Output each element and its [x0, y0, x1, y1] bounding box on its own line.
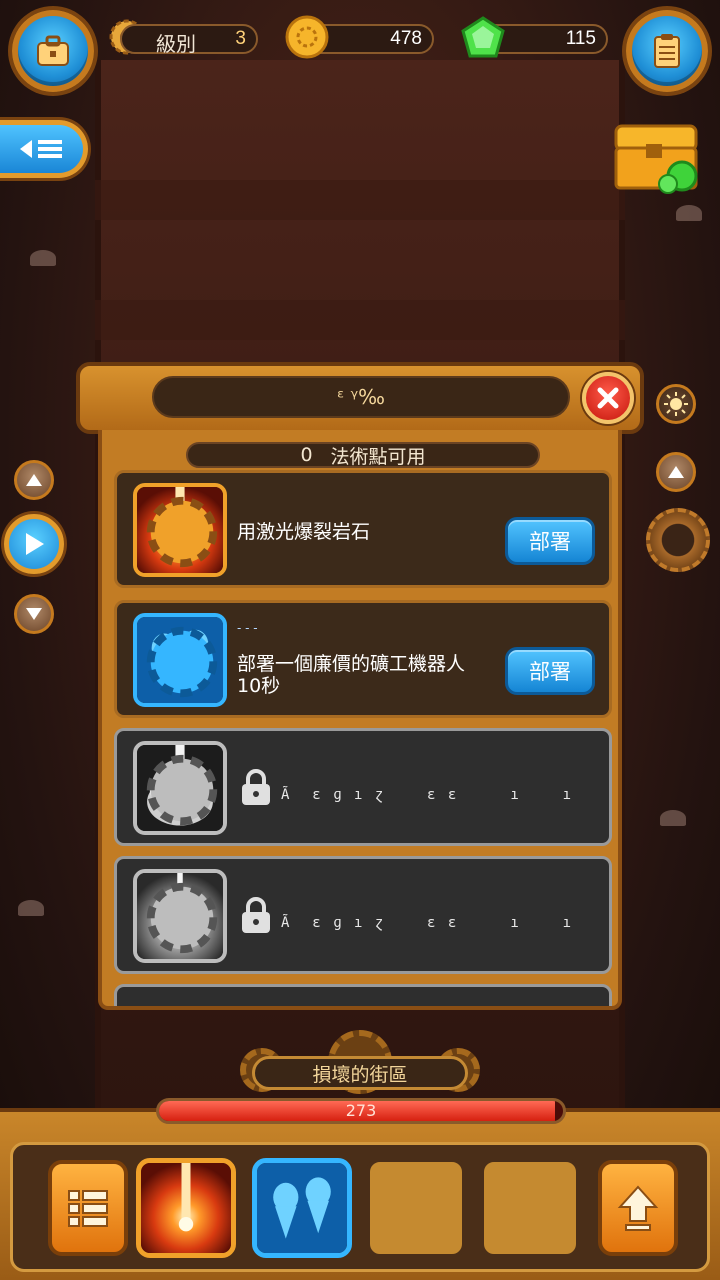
gear-badge-icon [146, 882, 218, 954]
gem-count: 115 [565, 28, 596, 49]
empty-skill-slot[interactable] [480, 1158, 580, 1258]
play-icon [26, 533, 44, 555]
spell-card-locked: Ã ε ɡ ı ɀ ɛ ɛ ı ı ɾ [114, 856, 612, 974]
level-label: 級別 [156, 32, 196, 56]
lock-icon [242, 769, 270, 805]
upload-arrow-icon [617, 1185, 659, 1231]
menu-list-button[interactable] [48, 1160, 128, 1256]
laser-spell-icon [133, 483, 227, 577]
quests-button[interactable] [626, 10, 708, 92]
spell-card-locked: Ã ε ɡ ı ɀ ɛ ɛ ı ı S [114, 728, 612, 846]
mushroom-decor [18, 900, 44, 916]
sun-icon [664, 392, 688, 416]
robot-spell-icon [133, 613, 227, 707]
list-icon [68, 1190, 108, 1227]
close-icon [597, 387, 619, 409]
inventory-button[interactable] [12, 10, 94, 92]
arrow-up-icon [26, 474, 42, 486]
mine-beam [95, 300, 625, 340]
spell-points-count: 0 [300, 444, 313, 466]
mushroom-decor [676, 205, 702, 221]
spell-subtitle: - - - [237, 621, 258, 635]
crystal-spell-icon [133, 869, 227, 963]
locked-requirement-text: Ã ε ɡ ı ɀ ɛ ɛ ı ı ɾ [281, 915, 622, 931]
block-hp-bar: 273 [156, 1098, 566, 1124]
spell-card-laser: 用激光爆裂岩石 部署 [114, 470, 612, 588]
close-button[interactable] [582, 372, 634, 424]
gear-badge-icon [146, 754, 218, 826]
spell-panel-body: 0 法術點可用 用激光爆裂岩石 部署 - - - 部署一個廉價的礦工機器人 10… [98, 430, 622, 1010]
lock-icon [242, 897, 270, 933]
brightness-button[interactable] [656, 384, 696, 424]
upgrade-button[interactable] [598, 1160, 678, 1256]
coin-icon [285, 15, 329, 59]
scroll-up-button[interactable] [14, 460, 54, 500]
mine-beam [95, 180, 625, 220]
spell-duration: 10秒 [237, 675, 281, 697]
spell-panel-header: ᵋ ᵞ‰ [76, 362, 644, 434]
right-scroll-up-button[interactable] [656, 452, 696, 492]
mushroom-decor [30, 250, 56, 266]
empty-skill-slot[interactable] [366, 1158, 466, 1258]
skill-slot-robot[interactable] [252, 1158, 352, 1258]
back-menu-button[interactable] [0, 120, 88, 178]
locked-requirement-text: Ã ε ɡ ı ɀ ɛ ɛ ı ı S [281, 787, 622, 803]
clipboard-icon [654, 34, 680, 68]
panel-title: ᵋ ᵞ‰ [152, 376, 570, 418]
spell-description: 用激光爆裂岩石 [237, 521, 371, 543]
spell-card-robot: - - - 部署一個廉價的礦工機器人 10秒 部署 [114, 600, 612, 718]
play-button[interactable] [4, 514, 64, 574]
zone-name: 損壞的街區 [252, 1056, 468, 1090]
coin-count: 478 [390, 28, 422, 49]
gear-badge-icon [146, 496, 218, 568]
spell-points-label: 法術點可用 [330, 445, 426, 468]
deploy-button[interactable]: 部署 [505, 517, 595, 565]
hp-value: 273 [345, 1101, 377, 1120]
arrow-up-icon [668, 466, 684, 478]
spell-description: 部署一個廉價的礦工機器人 [237, 653, 466, 675]
gem-icon [461, 16, 505, 58]
spell-card-locked-partial [114, 984, 612, 1006]
scroll-down-button[interactable] [14, 594, 54, 634]
briefcase-icon [37, 35, 69, 66]
treasure-chest-icon[interactable] [612, 118, 704, 196]
mushroom-decor [660, 810, 686, 826]
back-menu-icon [19, 140, 62, 158]
deploy-button[interactable]: 部署 [505, 647, 595, 695]
arrow-down-icon [26, 608, 42, 620]
gear-dial[interactable] [646, 508, 710, 572]
smoke-spell-icon [133, 741, 227, 835]
level-value: 3 [235, 28, 246, 49]
gear-badge-icon [146, 626, 218, 698]
spell-points-bar: 0 法術點可用 [186, 442, 540, 468]
skill-slot-laser[interactable] [136, 1158, 236, 1258]
